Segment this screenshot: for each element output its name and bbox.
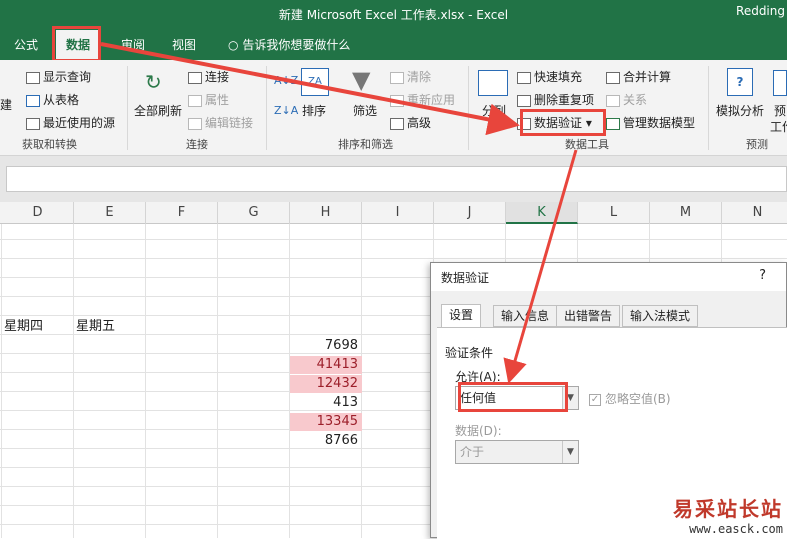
- watermark: 易采站长站 www.easck.com: [643, 493, 783, 536]
- arrow-to-data-validation: [100, 42, 520, 136]
- watermark-url: www.easck.com: [689, 522, 783, 536]
- watermark-text: 易采站长站: [673, 497, 783, 521]
- annotation-arrows: [100, 42, 578, 384]
- arrow-to-allow-select: [503, 149, 578, 384]
